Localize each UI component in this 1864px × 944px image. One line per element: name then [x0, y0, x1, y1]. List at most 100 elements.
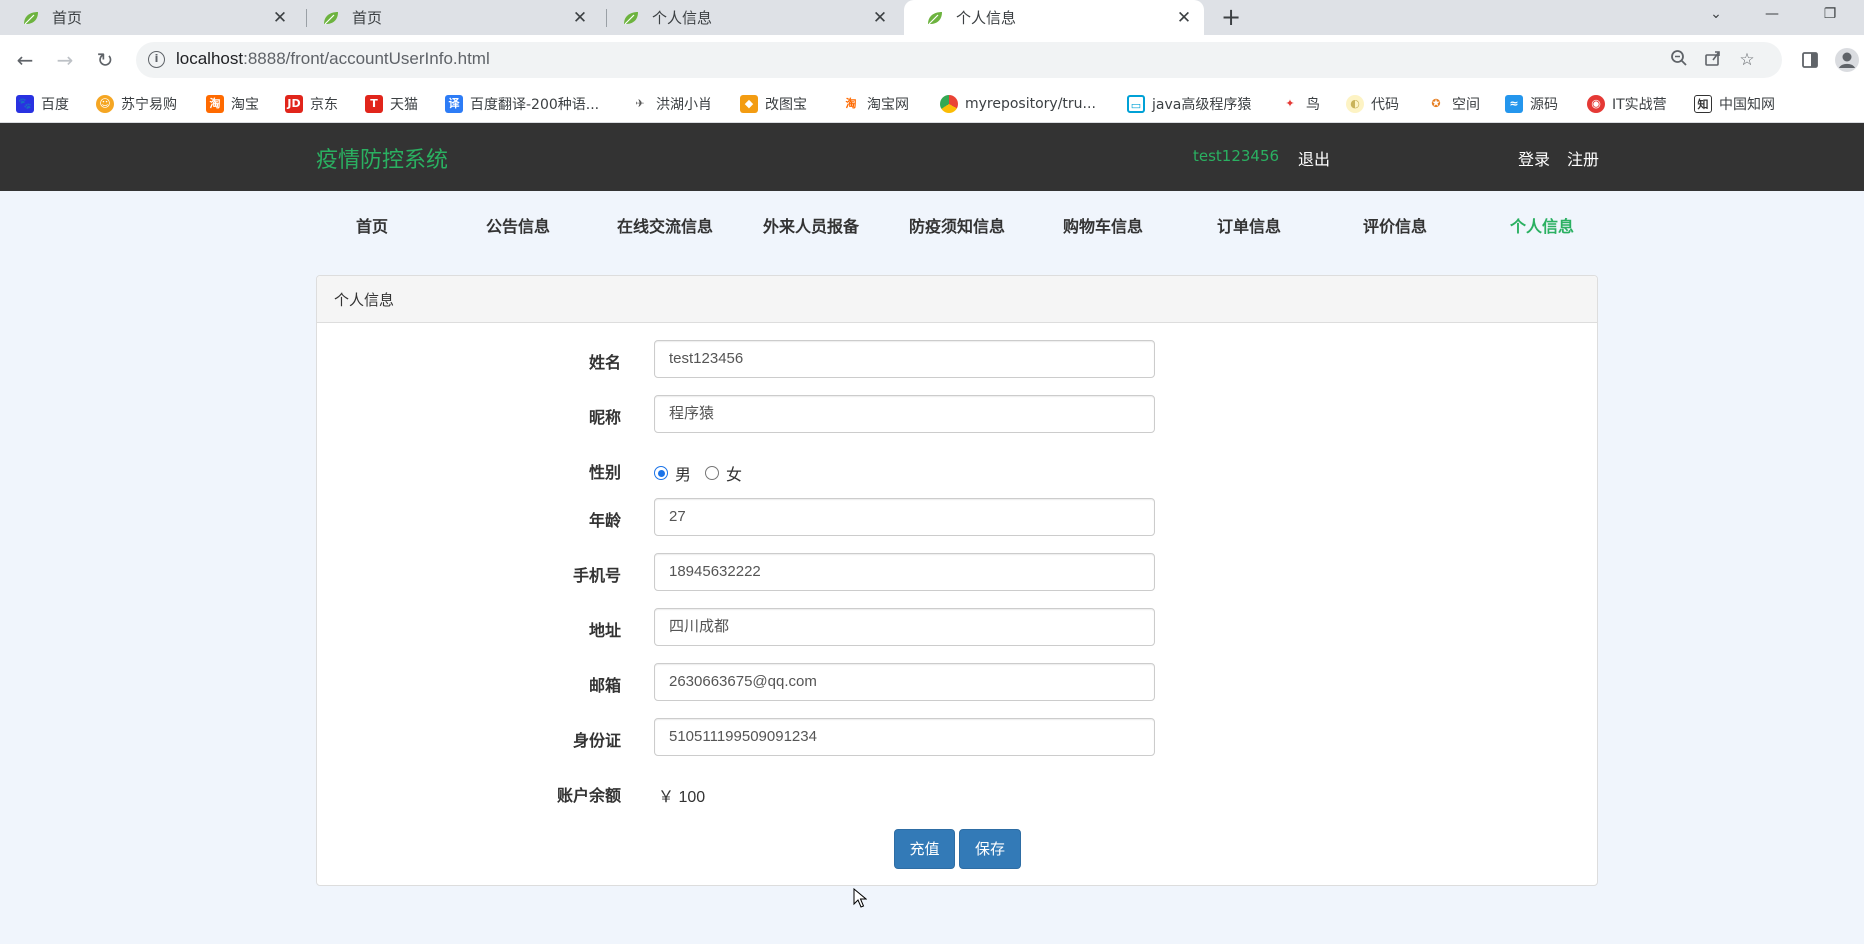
bookmark-cnki[interactable]: 知中国知网: [1694, 93, 1775, 115]
bookmark-gaitubao[interactable]: ◆ 改图宝: [740, 93, 807, 115]
close-icon[interactable]: ✕: [570, 8, 590, 28]
zoom-icon[interactable]: [1668, 49, 1690, 71]
gender-female-label[interactable]: 女: [726, 461, 742, 485]
save-button[interactable]: 保存: [959, 829, 1021, 869]
space-icon: ✪: [1427, 95, 1445, 113]
bookmark-label: 淘宝: [231, 97, 259, 113]
email-label: 邮箱: [588, 676, 621, 695]
close-icon[interactable]: ✕: [1174, 8, 1194, 28]
bookmark-baidu-translate[interactable]: 译百度翻译-200种语...: [445, 93, 599, 115]
gender-female-radio[interactable]: [705, 466, 720, 480]
site-info-icon[interactable]: i: [148, 51, 165, 68]
browser-tab-3[interactable]: 个人信息 ✕: [600, 0, 900, 35]
bookmark-suning[interactable]: ☺ 苏宁易购: [96, 93, 177, 115]
bookmark-jd[interactable]: JD 京东: [285, 93, 338, 115]
bookmark-it[interactable]: ◉ IT实战营: [1587, 93, 1667, 115]
nav-announcements[interactable]: 公告信息: [445, 213, 591, 237]
gender-male-label[interactable]: 男: [675, 461, 691, 485]
profile-avatar-icon[interactable]: [1832, 45, 1862, 75]
name-input[interactable]: test123456: [654, 340, 1155, 378]
phone-label: 手机号: [572, 566, 621, 585]
nav-reviews[interactable]: 评价信息: [1322, 213, 1468, 237]
cnki-icon: 知: [1694, 95, 1712, 113]
recharge-button[interactable]: 充值: [894, 829, 955, 869]
taobao-icon: 淘: [206, 95, 224, 113]
idcard-input[interactable]: 510511199509091234: [654, 718, 1155, 756]
close-icon[interactable]: ✕: [870, 8, 890, 28]
mouse-cursor-icon: [853, 888, 867, 908]
bookmark-code[interactable]: ◐ 代码: [1346, 93, 1399, 115]
panel-title: 个人信息: [317, 276, 1597, 323]
gender-label: 性别: [588, 463, 621, 482]
spring-leaf-icon: [324, 11, 338, 24]
tab-title: 首页: [352, 9, 383, 27]
gender-row: 性别 男 女: [317, 450, 1597, 490]
bookmark-taobao-net[interactable]: 淘淘宝网: [842, 93, 909, 115]
gaitubao-icon: ◆: [740, 95, 758, 113]
bookmark-star-icon[interactable]: ☆: [1736, 49, 1758, 71]
nav-profile[interactable]: 个人信息: [1469, 213, 1615, 237]
idcard-label: 身份证: [572, 731, 621, 750]
idcard-row: 身份证 510511199509091234: [317, 718, 1597, 758]
nav-orders[interactable]: 订单信息: [1176, 213, 1322, 237]
browser-tab-4-active[interactable]: 个人信息 ✕: [904, 0, 1204, 35]
name-row: 姓名 test123456: [317, 340, 1597, 380]
email-row: 邮箱 2630663675@qq.com: [317, 663, 1597, 703]
bookmark-label: 鸟: [1306, 97, 1320, 113]
bookmark-label: 洪湖小肖: [656, 97, 712, 113]
spring-leaf-icon: [24, 11, 38, 24]
bookmark-java[interactable]: ▭ java高级程序猿: [1127, 93, 1251, 115]
browser-tab-1[interactable]: 首页 ✕: [0, 0, 300, 35]
nav-online-chat[interactable]: 在线交流信息: [592, 213, 738, 237]
nav-home[interactable]: 首页: [299, 213, 445, 237]
back-arrow-icon[interactable]: ←: [10, 45, 40, 75]
email-input[interactable]: 2630663675@qq.com: [654, 663, 1155, 701]
new-tab-plus-icon[interactable]: +: [1216, 3, 1246, 33]
bookmark-taobao[interactable]: 淘淘宝: [206, 93, 259, 115]
address-bar[interactable]: i localhost:8888/front/accountUserInfo.h…: [136, 42, 1782, 78]
bookmark-source[interactable]: ≈ 源码: [1505, 93, 1558, 115]
restore-window-icon[interactable]: ❐: [1806, 0, 1854, 30]
bookmark-label: 淘宝网: [867, 97, 909, 113]
reload-icon[interactable]: ↻: [90, 45, 120, 75]
tmall-icon: T: [365, 95, 383, 113]
nav-prevention-notice[interactable]: 防疫须知信息: [884, 213, 1030, 237]
register-link[interactable]: 注册: [1567, 146, 1599, 170]
gender-male-radio[interactable]: [654, 466, 668, 480]
main-nav: 首页 公告信息 在线交流信息 外来人员报备 防疫须知信息 购物车信息 订单信息 …: [0, 191, 1864, 257]
logout-link[interactable]: 退出: [1298, 146, 1330, 170]
phone-row: 手机号 18945632222: [317, 553, 1597, 593]
bookmark-space[interactable]: ✪ 空间: [1427, 93, 1480, 115]
nav-cart[interactable]: 购物车信息: [1030, 213, 1176, 237]
site-logo[interactable]: 疫情防控系统: [316, 142, 448, 174]
browser-tab-2[interactable]: 首页 ✕: [300, 0, 600, 35]
bookmark-tmall[interactable]: T 天猫: [365, 93, 418, 115]
bookmark-label: 改图宝: [765, 97, 807, 113]
bookmark-label: 百度: [41, 97, 69, 113]
forward-arrow-icon[interactable]: →: [50, 45, 80, 75]
age-input[interactable]: 27: [654, 498, 1155, 536]
current-username[interactable]: test123456: [1193, 147, 1279, 165]
balance-label: 账户余额: [556, 786, 621, 805]
spring-leaf-icon: [928, 11, 942, 24]
bird-icon: ✈: [631, 95, 649, 113]
share-icon[interactable]: [1702, 49, 1724, 71]
login-link[interactable]: 登录: [1518, 146, 1550, 170]
minimize-icon[interactable]: —: [1748, 0, 1796, 30]
address-input[interactable]: 四川成都: [654, 608, 1155, 646]
nickname-label: 昵称: [588, 408, 621, 427]
bookmark-label: myrepository/tru...: [965, 96, 1096, 112]
bookmark-baidu[interactable]: 🐾 百度: [16, 93, 69, 115]
close-icon[interactable]: ✕: [270, 8, 290, 28]
nickname-input[interactable]: 程序猿: [654, 395, 1155, 433]
bookmark-myrepository[interactable]: myrepository/tru...: [940, 93, 1096, 115]
side-panel-icon[interactable]: [1795, 45, 1825, 75]
tab-search-chevron-icon[interactable]: ⌄: [1692, 0, 1740, 30]
bookmark-niao[interactable]: ✦ 鸟: [1281, 93, 1320, 115]
url-text[interactable]: localhost:8888/front/accountUserInfo.htm…: [176, 49, 490, 69]
bookmark-honghu[interactable]: ✈ 洪湖小肖: [631, 93, 712, 115]
nav-visitor-report[interactable]: 外来人员报备: [738, 213, 884, 237]
balance-row: 账户余额 ￥ 100: [317, 773, 1597, 813]
phone-input[interactable]: 18945632222: [654, 553, 1155, 591]
gender-radio-group: 男 女: [654, 461, 756, 485]
